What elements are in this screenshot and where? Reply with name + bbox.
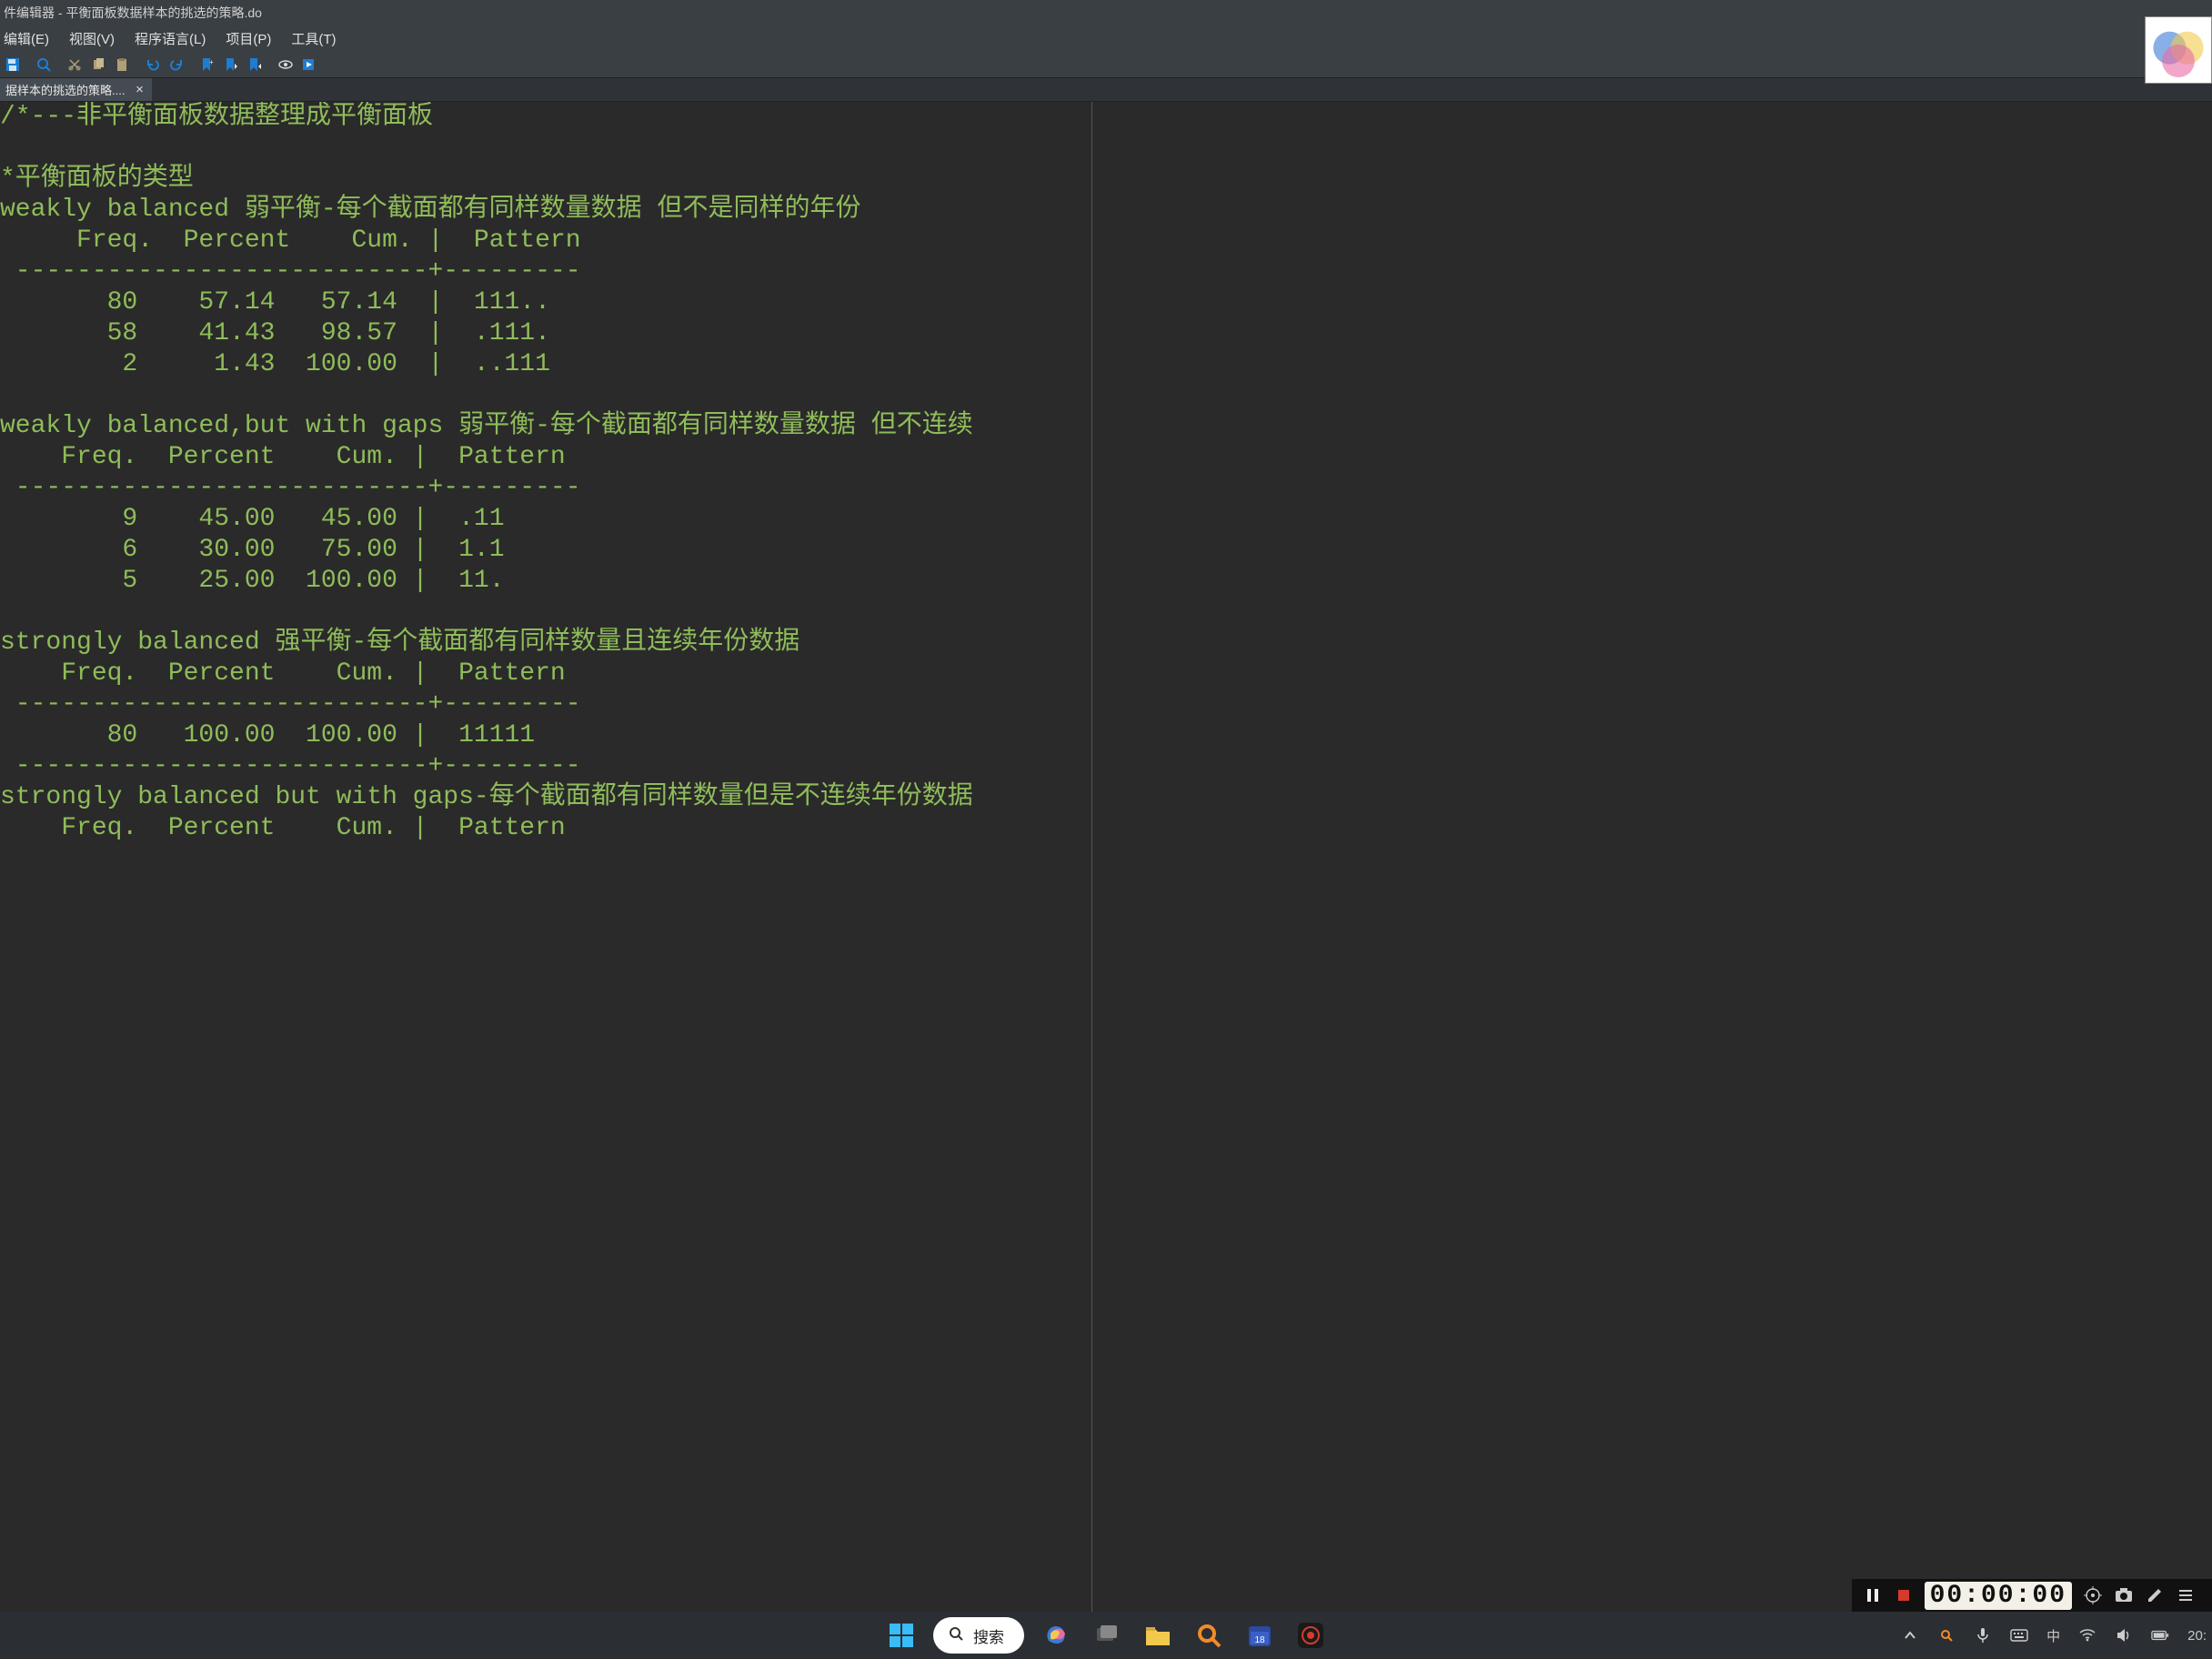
tab-label: 据样本的挑选的策略.... bbox=[5, 81, 125, 98]
search-button[interactable] bbox=[33, 54, 55, 75]
bookmark-next-button[interactable] bbox=[220, 54, 242, 75]
cut-button[interactable] bbox=[64, 54, 85, 75]
editor-line[interactable]: ---------------------------+--------- bbox=[0, 256, 973, 287]
show-whitespace-button[interactable] bbox=[275, 54, 297, 75]
preview-thumbnail[interactable] bbox=[2145, 16, 2212, 84]
screen-recorder-bar: 00:00:00 bbox=[1852, 1579, 2212, 1612]
tray-chevron-up-icon[interactable] bbox=[1901, 1626, 1919, 1644]
editor-ruler bbox=[1091, 102, 1092, 1659]
svg-text:+: + bbox=[209, 58, 214, 66]
menu-project[interactable]: 项目(P) bbox=[226, 29, 271, 48]
editor-line[interactable] bbox=[0, 597, 973, 628]
editor-line[interactable]: 2 1.43 100.00 | ..111 bbox=[0, 349, 973, 380]
task-view-icon[interactable] bbox=[1088, 1616, 1126, 1654]
editor-area[interactable]: /*---非平衡面板数据整理成平衡面板 *平衡面板的类型weakly balan… bbox=[0, 102, 2212, 1659]
run-button[interactable] bbox=[298, 54, 320, 75]
toolbar: + bbox=[0, 51, 2212, 78]
system-tray: 中 20: bbox=[1901, 1626, 2207, 1645]
recorder-draw-icon[interactable] bbox=[2145, 1585, 2165, 1605]
redo-button[interactable] bbox=[166, 54, 187, 75]
tray-search-icon[interactable] bbox=[1937, 1626, 1956, 1644]
menu-edit[interactable]: 编辑(E) bbox=[4, 29, 49, 48]
taskbar-search[interactable]: 搜索 bbox=[933, 1617, 1024, 1654]
editor-line[interactable] bbox=[0, 380, 973, 411]
taskbar: 搜索 18 中 bbox=[0, 1612, 2212, 1659]
editor-line[interactable]: 9 45.00 45.00 | .11 bbox=[0, 504, 973, 535]
undo-button[interactable] bbox=[142, 54, 164, 75]
editor-line[interactable]: Freq. Percent Cum. | Pattern bbox=[0, 813, 973, 844]
tab-close-button[interactable]: × bbox=[132, 83, 146, 97]
editor-line[interactable]: weakly balanced,but with gaps 弱平衡-每个截面都有… bbox=[0, 411, 973, 442]
recorder-menu-icon[interactable] bbox=[2176, 1585, 2196, 1605]
editor-line[interactable]: strongly balanced but with gaps-每个截面都有同样… bbox=[0, 782, 973, 813]
editor-line[interactable]: ---------------------------+--------- bbox=[0, 689, 973, 720]
bookmark-prev-button[interactable] bbox=[244, 54, 266, 75]
menu-bar: 编辑(E) 视图(V) 程序语言(L) 项目(P) 工具(T) bbox=[0, 25, 2212, 51]
editor-line[interactable]: Freq. Percent Cum. | Pattern bbox=[0, 442, 973, 473]
window-title: 件编辑器 - 平衡面板数据样本的挑选的策略.do bbox=[4, 4, 262, 22]
editor-line[interactable]: weakly balanced 弱平衡-每个截面都有同样数量数据 但不是同样的年… bbox=[0, 195, 973, 226]
bookmark-toggle-button[interactable]: + bbox=[196, 54, 218, 75]
editor-line[interactable]: Freq. Percent Cum. | Pattern bbox=[0, 226, 973, 256]
paste-button[interactable] bbox=[111, 54, 133, 75]
editor-line[interactable]: 58 41.43 98.57 | .111. bbox=[0, 318, 973, 349]
editor-line[interactable]: 80 57.14 57.14 | 111.. bbox=[0, 287, 973, 318]
tray-volume-icon[interactable] bbox=[2115, 1626, 2133, 1644]
tab-bar: 据样本的挑选的策略.... × bbox=[0, 78, 2212, 102]
copy-button[interactable] bbox=[87, 54, 109, 75]
recorder-pause-button[interactable] bbox=[1863, 1585, 1883, 1605]
copilot-icon[interactable] bbox=[1037, 1616, 1075, 1654]
tray-keyboard-icon[interactable] bbox=[2010, 1626, 2028, 1644]
file-explorer-icon[interactable] bbox=[1139, 1616, 1177, 1654]
svg-text:18: 18 bbox=[1254, 1635, 1265, 1645]
recorder-timer: 00:00:00 bbox=[1925, 1582, 2072, 1610]
screen-recorder-app-icon[interactable] bbox=[1292, 1616, 1330, 1654]
editor-line[interactable]: ---------------------------+--------- bbox=[0, 473, 973, 504]
menu-language[interactable]: 程序语言(L) bbox=[135, 29, 206, 48]
menu-tools[interactable]: 工具(T) bbox=[291, 29, 336, 48]
recorder-stop-button[interactable] bbox=[1894, 1585, 1914, 1605]
editor-tab[interactable]: 据样本的挑选的策略.... × bbox=[0, 78, 152, 101]
tray-clock[interactable]: 20: bbox=[2187, 1628, 2207, 1644]
menu-view[interactable]: 视图(V) bbox=[69, 29, 115, 48]
editor-line[interactable]: ---------------------------+--------- bbox=[0, 751, 973, 782]
window-titlebar: 件编辑器 - 平衡面板数据样本的挑选的策略.do bbox=[0, 0, 2212, 25]
editor-line[interactable]: 5 25.00 100.00 | 11. bbox=[0, 566, 973, 597]
tray-ime-indicator[interactable]: 中 bbox=[2046, 1626, 2060, 1645]
recorder-target-icon[interactable] bbox=[2083, 1585, 2103, 1605]
recorder-camera-icon[interactable] bbox=[2114, 1585, 2134, 1605]
editor-line[interactable]: 80 100.00 100.00 | 11111 bbox=[0, 720, 973, 751]
editor-line[interactable]: 6 30.00 75.00 | 1.1 bbox=[0, 535, 973, 566]
editor-line[interactable] bbox=[0, 133, 973, 164]
editor-line[interactable]: strongly balanced 强平衡-每个截面都有同样数量且连续年份数据 bbox=[0, 628, 973, 659]
save-button[interactable] bbox=[2, 54, 24, 75]
taskbar-search-label: 搜索 bbox=[973, 1624, 1004, 1647]
taskbar-center: 搜索 18 bbox=[882, 1616, 1330, 1654]
tray-microphone-icon[interactable] bbox=[1974, 1626, 1992, 1644]
editor-line[interactable]: *平衡面板的类型 bbox=[0, 164, 973, 195]
start-button[interactable] bbox=[882, 1616, 920, 1654]
search-icon bbox=[948, 1625, 964, 1646]
tray-battery-icon[interactable] bbox=[2151, 1626, 2169, 1644]
editor-content[interactable]: /*---非平衡面板数据整理成平衡面板 *平衡面板的类型weakly balan… bbox=[0, 102, 973, 844]
everything-search-icon[interactable] bbox=[1190, 1616, 1228, 1654]
tray-wifi-icon[interactable] bbox=[2078, 1626, 2096, 1644]
calendar-icon[interactable]: 18 bbox=[1241, 1616, 1279, 1654]
editor-line[interactable]: /*---非平衡面板数据整理成平衡面板 bbox=[0, 102, 973, 133]
editor-line[interactable]: Freq. Percent Cum. | Pattern bbox=[0, 659, 973, 689]
